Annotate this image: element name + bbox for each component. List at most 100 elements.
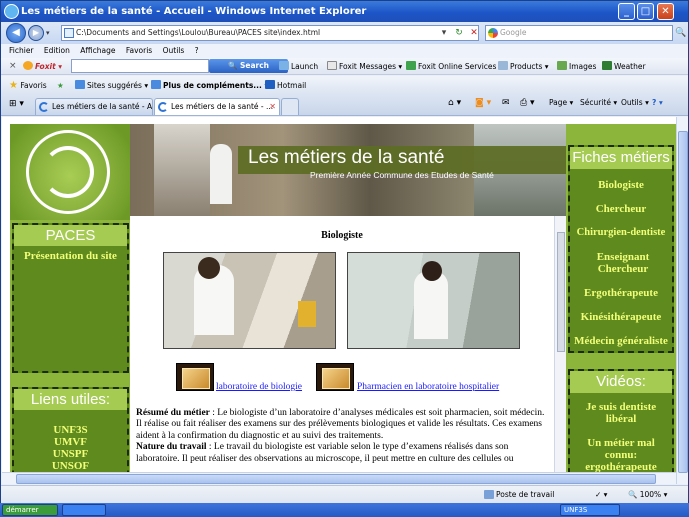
add-favorite-icon[interactable]: ★ <box>57 76 64 95</box>
site-logo <box>10 124 130 220</box>
link-unsof[interactable]: UNSOF <box>14 460 127 472</box>
menu-favoris[interactable]: Favoris <box>118 44 152 58</box>
outils-menu-label: Outils <box>621 98 643 107</box>
outils-menu[interactable]: Outils ▾ <box>621 98 649 107</box>
start-button[interactable]: démarrer <box>2 504 58 516</box>
photo-biologiste-1 <box>163 252 336 349</box>
refresh-icon[interactable]: ↻ <box>452 25 466 41</box>
home-icon[interactable]: ⌂ ▾ <box>448 98 461 108</box>
fiche-medecin-generaliste[interactable]: Médecin généraliste <box>570 335 672 347</box>
tab-biologiste[interactable]: Les métiers de la santé - ... ✕ <box>154 98 280 115</box>
feeds-icon[interactable]: ◙ ▾ <box>475 98 491 108</box>
foxit-search-input[interactable] <box>71 59 209 73</box>
favorites-bar: ★ Favoris ★ Sites suggérés ▾ Plus de com… <box>1 76 688 95</box>
taskbar-item[interactable] <box>62 504 106 516</box>
foxit-close-button[interactable]: × <box>9 58 17 75</box>
menu-edition[interactable]: Edition <box>36 44 70 58</box>
page-horizontal-scrollbar[interactable] <box>2 472 676 484</box>
fiche-ergotherapeute[interactable]: Ergothérapeute <box>570 287 672 299</box>
fiche-chirurgien-dentiste[interactable]: Chirurgien-dentiste <box>570 227 672 239</box>
address-field[interactable]: C:\Documents and Settings\Loulou\Bureau\… <box>61 25 479 41</box>
page-vertical-scrollbar[interactable] <box>676 117 688 484</box>
sites-suggeres-link[interactable]: Sites suggérés ▾ <box>75 76 148 95</box>
protected-mode-icon[interactable]: ✓ ▾ <box>595 486 607 504</box>
link-unspf[interactable]: UNSPF <box>14 448 127 460</box>
foxit-online-services[interactable]: Foxit Online Services <box>406 58 496 75</box>
photo-person <box>414 271 448 339</box>
help-icon[interactable]: ? ▾ <box>652 98 663 107</box>
fiche-biologiste[interactable]: Biologiste <box>570 179 672 191</box>
minimize-button[interactable]: _ <box>618 3 635 20</box>
quick-tabs-icon[interactable]: ⊞ ▾ <box>9 99 24 109</box>
ie-page-icon <box>75 80 85 89</box>
fiche-chercheur[interactable]: Chercheur <box>570 203 672 215</box>
address-dropdown-icon[interactable]: ▾ <box>437 25 451 41</box>
menu-help[interactable]: ? <box>187 44 199 58</box>
hotmail-label: Hotmail <box>277 81 307 90</box>
presentation-link[interactable]: Présentation du site <box>14 250 127 262</box>
page-horizontal-scroll-thumb[interactable] <box>16 474 656 484</box>
logo-ring-inner <box>42 146 94 198</box>
banner-title: Les métiers de la santé <box>248 147 445 168</box>
menu-outils[interactable]: Outils <box>155 44 185 58</box>
stop-icon[interactable]: ✕ <box>467 25 481 41</box>
foxit-messages[interactable]: Foxit Messages ▾ <box>327 58 402 75</box>
video-ergotherapeute[interactable]: Un métier mal connu: ergothérapeute <box>581 437 661 473</box>
close-tab-icon[interactable]: ✕ <box>269 99 276 115</box>
menu-affichage[interactable]: Affichage <box>72 44 115 58</box>
link-umvf[interactable]: UMVF <box>14 436 127 448</box>
address-url: C:\Documents and Settings\Loulou\Bureau\… <box>76 28 321 37</box>
plus-complements-link[interactable]: Plus de compléments... ▾ <box>151 76 268 95</box>
search-go-icon[interactable]: 🔍 <box>674 25 688 41</box>
securite-menu[interactable]: Sécurité ▾ <box>580 98 617 107</box>
article-scroll-thumb[interactable] <box>557 232 565 352</box>
menu-fichier[interactable]: Fichier <box>1 44 34 58</box>
star-icon: ★ <box>9 80 18 91</box>
foxit-weather[interactable]: Weather <box>602 58 646 75</box>
forward-button[interactable]: ▶ <box>28 25 44 41</box>
photo-person-hair <box>198 257 220 279</box>
close-button[interactable]: ✕ <box>657 3 674 20</box>
page-vertical-scroll-thumb[interactable] <box>678 131 688 473</box>
tab-biologiste-label: Les métiers de la santé - ... <box>171 102 274 111</box>
ie-window: Les métiers de la santé - Accueil - Wind… <box>0 0 689 503</box>
link-unf3s[interactable]: UNF3S <box>14 424 127 436</box>
print-icon[interactable]: ⎙ ▾ <box>520 98 535 108</box>
banner-subtitle: Première Année Commune des Etudes de San… <box>310 170 494 180</box>
hotmail-link[interactable]: Hotmail <box>265 76 306 95</box>
foxit-brand[interactable]: Foxit ▾ <box>23 58 62 75</box>
back-button[interactable]: ◀ <box>6 23 26 43</box>
fiche-kinesitherapeute[interactable]: Kinésithérapeute <box>570 311 672 323</box>
foxit-launch[interactable]: Launch <box>279 58 318 75</box>
title-bar: Les métiers de la santé - Accueil - Wind… <box>1 1 688 22</box>
read-mail-icon[interactable]: ✉ <box>502 98 510 108</box>
sites-suggeres-label: Sites suggérés <box>87 81 142 90</box>
favoris-button[interactable]: ★ Favoris <box>9 76 47 95</box>
film-icon[interactable] <box>316 363 354 391</box>
article-scrollbar[interactable] <box>554 216 566 484</box>
page-menu[interactable]: Page ▾ <box>549 98 573 107</box>
film-icon[interactable] <box>176 363 214 391</box>
fiche-enseignant-chercheur[interactable]: Enseignant Chercheur <box>591 251 655 275</box>
new-tab-button[interactable] <box>281 98 299 115</box>
security-zone: Poste de travail <box>484 486 554 504</box>
foxit-products[interactable]: Products ▾ <box>498 58 549 75</box>
zoom-control[interactable]: 🔍 100% ▾ <box>628 486 667 504</box>
video-link-pharmacien[interactable]: Pharmacien en laboratoire hospitalier <box>357 382 499 392</box>
window-title: Les métiers de la santé - Accueil - Wind… <box>21 6 367 17</box>
banner-photo-figure <box>210 144 232 204</box>
taskbar-item-unf3s[interactable]: UNF3S <box>560 504 620 516</box>
search-input[interactable]: Google <box>485 25 673 41</box>
tab-accueil[interactable]: Les métiers de la santé - Acc... <box>35 98 153 115</box>
foxit-messages-label: Foxit Messages <box>339 62 397 71</box>
foxit-search-button[interactable]: 🔍 Search <box>209 59 288 73</box>
video-dentiste[interactable]: Je suis dentiste libéral <box>580 401 662 425</box>
maximize-button[interactable]: □ <box>637 3 654 20</box>
videos-title: Vidéos: <box>570 371 672 393</box>
recent-pages-dropdown-icon[interactable]: ▾ <box>46 29 50 37</box>
foxit-online-services-label: Foxit Online Services <box>418 62 497 71</box>
foxit-images[interactable]: Images <box>557 58 596 75</box>
launch-icon <box>279 61 289 70</box>
video-link-laboratoire[interactable]: laboratoire de biologie <box>216 382 302 392</box>
photo-person-hair <box>422 261 442 281</box>
